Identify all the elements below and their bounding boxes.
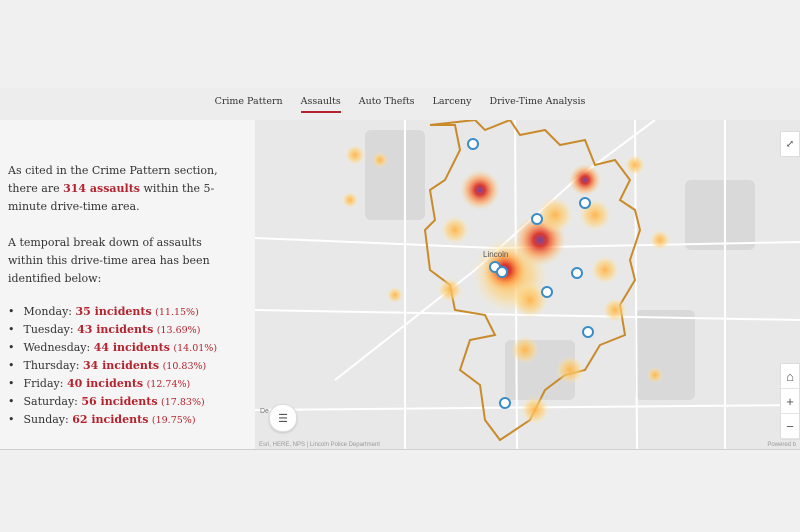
police-station-icon <box>571 267 583 279</box>
legend-list-icon: ☰ <box>278 411 288 425</box>
breakdown-paragraph: A temporal break down of assaults within… <box>8 236 210 285</box>
day-label: Wednesday: <box>23 341 91 354</box>
map-canvas[interactable]: Lincoln De <box>255 120 800 449</box>
day-label: Thursday: <box>23 359 80 372</box>
assault-total: 314 assaults <box>63 182 140 195</box>
home-icon: ⌂ <box>786 368 794 384</box>
day-label: Saturday: <box>23 395 78 408</box>
incident-count: 35 incidents <box>75 305 152 318</box>
zoom-control: ⌂ + − <box>780 363 800 440</box>
incident-percent: (19.75%) <box>151 415 196 426</box>
day-label: Monday: <box>23 305 73 318</box>
list-item: Saturday: 56 incidents (17.83%) <box>8 393 217 411</box>
police-station-icon <box>582 326 594 338</box>
story-nav-bar: Crime Pattern Assaults Auto Thefts Larce… <box>0 88 800 120</box>
list-item: Sunday: 62 incidents (19.75%) <box>8 411 217 429</box>
incident-percent: (12.74%) <box>146 379 191 390</box>
partial-place-label: De <box>260 408 269 415</box>
tab-crime-pattern[interactable]: Crime Pattern <box>215 94 283 113</box>
list-item: Friday: 40 incidents (12.74%) <box>8 375 217 393</box>
incident-count: 62 incidents <box>72 413 149 426</box>
day-label: Friday: <box>23 377 64 390</box>
list-item: Wednesday: 44 incidents (14.01%) <box>8 339 218 357</box>
expand-icon: ⤢ <box>785 138 795 150</box>
narrative-panel: As cited in the Crime Pattern section, t… <box>0 120 255 449</box>
incident-count: 56 incidents <box>81 395 158 408</box>
base-map <box>365 130 755 400</box>
zoom-in-button[interactable]: + <box>781 389 799 414</box>
day-label: Sunday: <box>23 413 69 426</box>
police-station-icon <box>531 213 543 225</box>
top-band <box>0 0 800 92</box>
list-item: Tuesday: 43 incidents (13.69%) <box>8 321 217 339</box>
heatmap-map[interactable]: Lincoln De ☰ ⤢ ⌂ + − Esri, HERE, NPS | L… <box>255 120 800 449</box>
day-breakdown-list: Monday: 35 incidents (11.15%) Tuesday: 4… <box>8 303 218 429</box>
incident-percent: (11.15%) <box>155 307 199 318</box>
police-station-icon <box>499 397 511 409</box>
day-label: Tuesday: <box>23 323 74 336</box>
zoom-out-button[interactable]: − <box>781 414 799 439</box>
incident-count: 34 incidents <box>82 359 160 372</box>
police-station-icon <box>467 138 479 150</box>
incident-count: 43 incidents <box>77 323 154 336</box>
list-item: Thursday: 34 incidents (10.83%) <box>8 357 217 375</box>
incident-percent: (17.83%) <box>161 397 205 408</box>
incident-count: 44 incidents <box>93 341 170 354</box>
tab-auto-thefts[interactable]: Auto Thefts <box>359 94 415 113</box>
powered-by-label[interactable]: Powered b <box>767 442 796 448</box>
intro-paragraph: As cited in the Crime Pattern section, t… <box>8 162 238 216</box>
tab-drive-time-analysis[interactable]: Drive-Time Analysis <box>490 94 586 113</box>
incident-percent: (10.83%) <box>162 361 207 372</box>
legend-button[interactable]: ☰ <box>269 404 297 432</box>
incident-percent: (14.01%) <box>173 343 218 354</box>
police-station-icon <box>496 266 508 278</box>
tab-assaults[interactable]: Assaults <box>300 94 341 113</box>
city-label: Lincoln <box>483 250 508 259</box>
police-station-icon <box>541 286 553 298</box>
home-button[interactable]: ⌂ <box>781 364 799 389</box>
nav-tabs: Crime Pattern Assaults Auto Thefts Larce… <box>0 94 800 113</box>
incident-percent: (13.69%) <box>156 325 201 336</box>
tab-larceny[interactable]: Larceny <box>433 94 472 113</box>
bottom-band <box>0 450 800 532</box>
list-item: Monday: 35 incidents (11.15%) <box>8 303 217 321</box>
map-attribution[interactable]: Esri, HERE, NPS | Lincoln Police Departm… <box>259 442 380 448</box>
expand-map-button[interactable]: ⤢ <box>780 131 800 157</box>
incident-count: 40 incidents <box>66 377 144 390</box>
police-station-icon <box>579 197 591 209</box>
